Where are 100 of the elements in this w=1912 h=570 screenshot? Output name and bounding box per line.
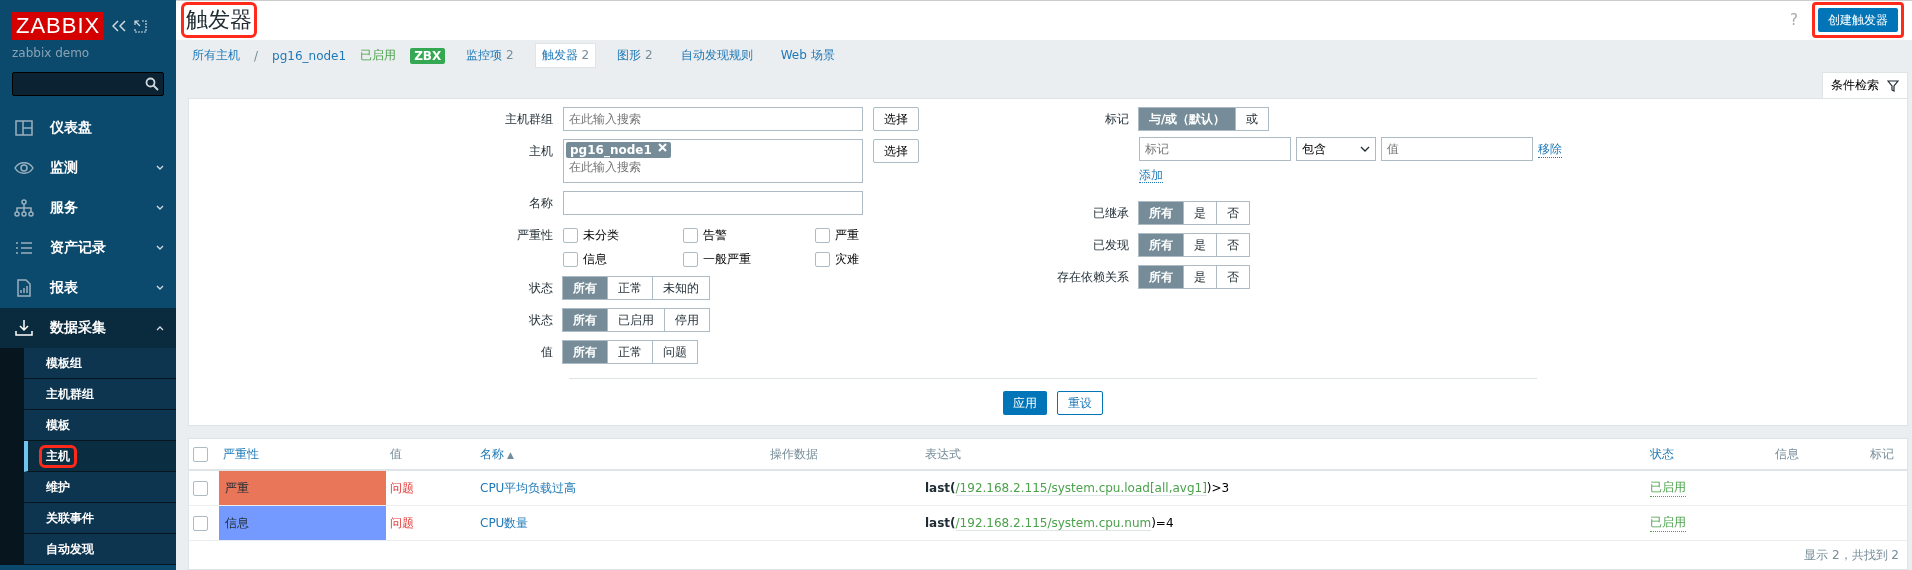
- column-header[interactable]: 严重性: [223, 445, 259, 463]
- trigger-name-link[interactable]: CPU数量: [480, 514, 529, 532]
- radio-option[interactable]: 未知的: [652, 276, 710, 300]
- host-tab[interactable]: 图形 2: [610, 43, 660, 69]
- radio-option[interactable]: 正常: [607, 340, 653, 364]
- value-text: 问题: [390, 479, 414, 497]
- row-checkbox[interactable]: [193, 480, 208, 496]
- chevron-down-icon: [156, 205, 164, 211]
- radio-option[interactable]: 是: [1183, 201, 1217, 225]
- checkbox-label: 严重: [835, 227, 859, 244]
- operator-dropdown[interactable]: 包含: [1296, 137, 1376, 161]
- radio-option[interactable]: 是: [1183, 233, 1217, 257]
- host-tab[interactable]: 自动发现规则: [673, 43, 760, 69]
- add-link[interactable]: 添加: [1139, 168, 1163, 183]
- field-label: 主机群组: [504, 111, 553, 128]
- checkbox[interactable]: [563, 251, 578, 267]
- value-text: 问题: [390, 514, 414, 532]
- chevron-down-icon: [156, 285, 164, 291]
- submenu-item[interactable]: 自动发现: [24, 534, 176, 565]
- expression-text: last(/192.168.2.115/system.cpu.num)=4: [925, 516, 1174, 530]
- severity-cell: 严重: [219, 471, 386, 506]
- column-header: 操作数据: [770, 445, 818, 463]
- field-label: 标记: [1104, 111, 1129, 128]
- select-button[interactable]: 选择: [873, 139, 919, 163]
- field-label: 值: [540, 344, 553, 361]
- submenu-item[interactable]: 主机群组: [24, 379, 176, 410]
- select-all-checkbox[interactable]: [193, 446, 208, 462]
- chevron-down-icon: [156, 165, 164, 171]
- column-header: 信息: [1775, 445, 1799, 463]
- checkbox-label: 一般严重: [703, 251, 751, 268]
- checkbox[interactable]: [815, 251, 830, 267]
- radio-option[interactable]: 否: [1216, 201, 1250, 225]
- submenu-item[interactable]: 维护: [24, 472, 176, 503]
- checkbox-label: 信息: [583, 251, 607, 268]
- field-label: 名称: [528, 195, 553, 212]
- submenu-item[interactable]: 模板: [24, 410, 176, 441]
- download-icon: [14, 318, 34, 338]
- collapse-icon[interactable]: [112, 20, 127, 32]
- column-header: 标记: [1870, 445, 1894, 463]
- chevron-up-icon: [156, 325, 164, 331]
- radio-option[interactable]: 是: [1183, 265, 1217, 289]
- radio-option[interactable]: 停用: [664, 308, 710, 332]
- column-header[interactable]: 状态: [1650, 445, 1674, 463]
- field-label: 已继承: [1092, 205, 1129, 222]
- availability-badge: ZBX: [410, 47, 446, 64]
- menu-item[interactable]: 服务: [0, 188, 176, 228]
- reset-button[interactable]: 重设: [1057, 391, 1103, 415]
- row-checkbox[interactable]: [193, 515, 208, 531]
- server-name: zabbix demo: [11, 45, 91, 62]
- menu-item[interactable]: 监测: [0, 148, 176, 188]
- host-tab[interactable]: 触发器 2: [534, 43, 597, 69]
- field-label: 状态: [528, 280, 553, 297]
- logo[interactable]: ZABBIX: [12, 12, 105, 40]
- apply-button[interactable]: 应用: [1003, 391, 1047, 415]
- value-field[interactable]: 值: [1381, 137, 1533, 161]
- radio-option[interactable]: 否: [1216, 265, 1250, 289]
- remove-link[interactable]: 移除: [1538, 140, 1562, 158]
- menu-item[interactable]: 资产记录: [0, 228, 176, 268]
- field-label: 主机: [528, 143, 553, 160]
- field-label: 严重性: [516, 227, 553, 244]
- trigger-name-link[interactable]: CPU平均负载过高: [480, 479, 577, 497]
- result-count: 显示 2，共找到 2: [1804, 546, 1899, 564]
- fullscreen-icon[interactable]: [134, 19, 148, 33]
- radio-option[interactable]: 否: [1216, 233, 1250, 257]
- expression-text: last(/192.168.2.115/system.cpu.load[all,avg1])>3: [925, 481, 1230, 495]
- select-button[interactable]: 选择: [873, 107, 919, 131]
- checkbox-label: 未分类: [583, 227, 619, 244]
- field-label: 存在依赖关系: [1056, 269, 1129, 286]
- submenu-item[interactable]: 主机: [24, 441, 176, 472]
- host-group-field[interactable]: 在此输入搜索: [563, 107, 863, 131]
- breadcrumb-link[interactable]: pg16_node1: [272, 48, 347, 63]
- checkbox[interactable]: [683, 251, 698, 267]
- dashboard-icon: [14, 118, 34, 138]
- column-header[interactable]: 名称 ▲: [480, 445, 514, 463]
- tag-field[interactable]: 标记: [1139, 137, 1291, 161]
- create-trigger-button[interactable]: 创建触发器: [1818, 8, 1898, 33]
- host-tab[interactable]: 监控项 2: [459, 43, 521, 69]
- radio-option[interactable]: 或: [1235, 107, 1270, 131]
- name-field[interactable]: [563, 191, 863, 215]
- host-tab[interactable]: Web 场景: [773, 43, 842, 69]
- checkbox[interactable]: [683, 227, 698, 243]
- checkbox[interactable]: [563, 227, 578, 243]
- host-chip: pg16_node1: [566, 142, 671, 158]
- radio-option[interactable]: 正常: [607, 276, 653, 300]
- column-header: 值: [390, 445, 402, 463]
- submenu-item[interactable]: 关联事件: [24, 503, 176, 534]
- checkbox[interactable]: [815, 227, 830, 243]
- filter-tab[interactable]: 条件检索: [1822, 72, 1908, 98]
- radio-option[interactable]: 问题: [652, 340, 698, 364]
- close-icon[interactable]: [657, 143, 667, 152]
- submenu-item[interactable]: 模板组: [24, 348, 176, 379]
- filter-icon: [1887, 79, 1899, 92]
- radio-option[interactable]: 已启用: [607, 308, 665, 332]
- checkbox-label: 灾难: [835, 251, 859, 268]
- search-field[interactable]: [12, 72, 164, 96]
- menu-item[interactable]: 仪表盘: [0, 108, 176, 148]
- breadcrumb-link[interactable]: 所有主机: [192, 47, 240, 65]
- menu-item[interactable]: 报表: [0, 268, 176, 308]
- menu-item[interactable]: 数据采集: [0, 308, 176, 348]
- hierarchy-icon: [14, 198, 34, 218]
